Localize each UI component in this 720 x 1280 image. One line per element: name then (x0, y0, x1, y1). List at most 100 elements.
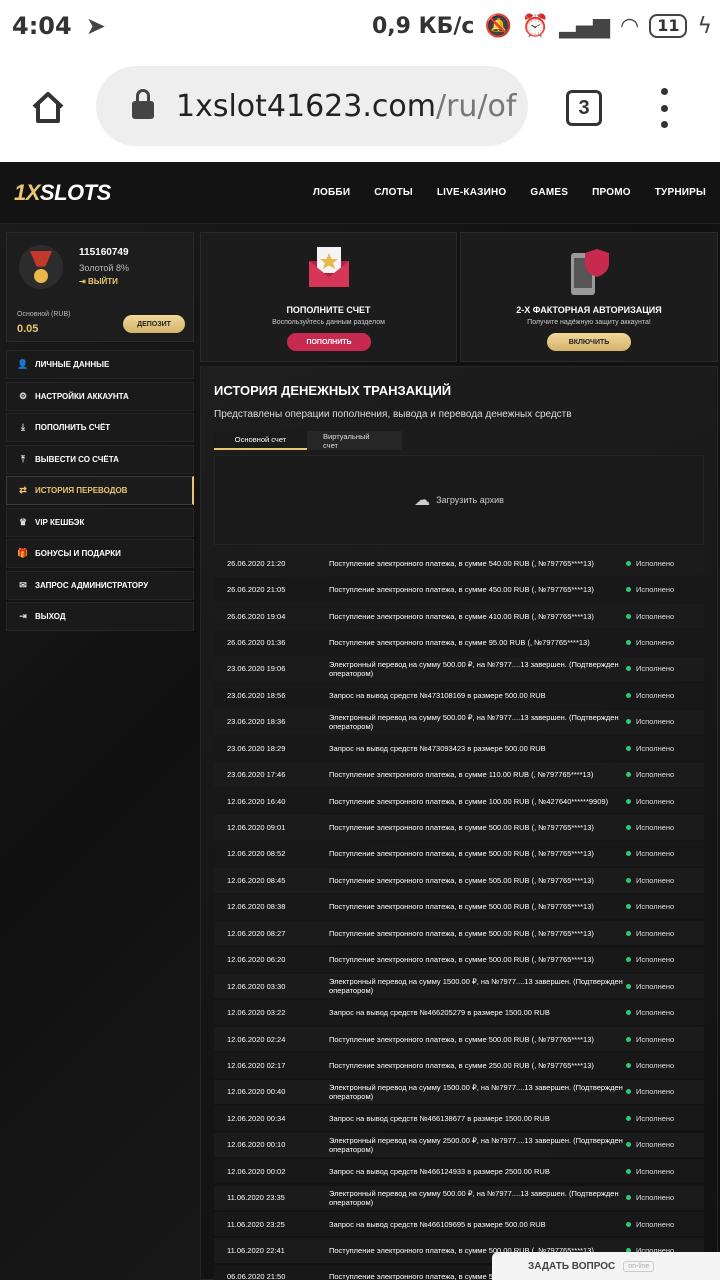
status-time: 4:04 (12, 12, 72, 40)
status-dot-icon (626, 1168, 631, 1174)
tx-status: Исполнено (625, 1220, 704, 1229)
nav-tournaments[interactable]: ТУРНИРЫ (655, 187, 706, 198)
telegram-icon: ➤ (85, 12, 106, 40)
ask-question-label: ЗАДАТЬ ВОПРОС (528, 1260, 616, 1272)
home-button[interactable] (16, 75, 80, 139)
status-dot-icon (626, 1115, 631, 1121)
gift-icon: 🎁 (17, 548, 29, 558)
tx-date: 23.06.2020 18:29 (227, 743, 286, 753)
user-plus-icon: 👤 (17, 359, 29, 369)
tx-status-label: Исполнено (636, 1166, 675, 1176)
tx-status: Исполнено (625, 797, 704, 806)
table-row: 12.06.2020 06:20 Поступление электронного… (214, 947, 704, 972)
tx-description: Поступление электронного платежа, в сумм… (329, 902, 594, 912)
tx-status-label: Исполнено (636, 690, 675, 700)
table-row: 12.06.2020 03:30 Электронный перевод на с… (214, 974, 704, 999)
mute-icon: 🔕 (484, 13, 512, 39)
table-row: 12.06.2020 16:40 Поступление электронного… (214, 788, 704, 814)
tx-description: Запрос на вывод средств №466205279 в раз… (329, 1008, 550, 1018)
table-row: 26.06.2020 19:04 Поступление электронного… (214, 603, 704, 629)
tx-date: 26.06.2020 19:04 (227, 611, 286, 621)
account-tabs: Основной счет Виртуальный счет (214, 431, 402, 450)
tx-status-label: Исполнено (636, 955, 675, 965)
nav-live-casino[interactable]: LIVE-КАЗИНО (437, 187, 507, 198)
tx-description: Поступление электронного платежа, в сумм… (329, 1034, 594, 1044)
browser-menu-icon[interactable] (656, 88, 672, 128)
sidebar-item-label: ЛИЧНЫЕ ДАННЫЕ (35, 360, 110, 369)
address-bar[interactable]: 1xslot41623.com/ru/of (96, 66, 528, 146)
tx-description: Запрос на вывод средств №466124933 в раз… (329, 1166, 550, 1176)
logout-link[interactable]: ⇥ ВЫЙТИ (79, 277, 118, 286)
archive-download-area[interactable]: ☁ Загрузить архив (214, 455, 704, 545)
sidebar-item-6[interactable]: 🎁 БОНУСЫ И ПОДАРКИ (6, 539, 194, 568)
tx-date: 23.06.2020 18:36 (227, 717, 286, 727)
promo-2fa-button[interactable]: ВКЛЮЧИТЬ (547, 333, 631, 351)
transactions-table: 26.06.2020 21:20 Поступление электронного… (214, 551, 704, 1280)
sign-out-icon: ⇥ (79, 277, 88, 286)
tx-description: Запрос на вывод средств №466109695 в раз… (329, 1219, 546, 1229)
archive-label: Загрузить архив (436, 495, 504, 505)
tx-date: 12.06.2020 09:01 (227, 823, 286, 833)
sidebar-item-5[interactable]: ♛ VIP КЕШБЭК (6, 507, 194, 537)
site: 1XSLOTS ЛОББИ СЛОТЫ LIVE-КАЗИНО GAMES ПР… (0, 162, 720, 1280)
tx-date: 11.06.2020 22:41 (227, 1246, 285, 1256)
tx-status: Исполнено (625, 876, 704, 885)
tx-status-label: Исполнено (636, 611, 675, 621)
tx-description: Электронный перевод на сумму 500.00 ₽, н… (329, 659, 619, 678)
tx-description: Поступление электронного платежа, в сумм… (329, 770, 594, 780)
sidebar-item-0[interactable]: 👤 ЛИЧНЫЕ ДАННЫЕ (6, 350, 194, 379)
status-dot-icon (626, 1142, 631, 1148)
status-dot-icon (626, 1221, 631, 1227)
nav-slots[interactable]: СЛОТЫ (374, 187, 413, 198)
sidebar-item-label: VIP КЕШБЭК (35, 517, 85, 527)
tx-date: 12.06.2020 00:10 (227, 1140, 286, 1150)
tx-status-label: Исполнено (636, 585, 675, 595)
alarm-icon: ⏰ (521, 13, 550, 39)
sidebar-item-7[interactable]: ✉ ЗАПРОС АДМИНИСТРАТОРУ (6, 570, 194, 600)
tx-description: Поступление электронного платежа, в сумм… (329, 875, 594, 885)
user-level: Золотой 8% (79, 263, 129, 273)
ask-question-button[interactable]: ЗАДАТЬ ВОПРОС on-line (492, 1252, 720, 1280)
sidebar-item-1[interactable]: ⚙ НАСТРОЙКИ АККАУНТА (6, 381, 194, 411)
upload-icon: ⤒ (21, 453, 25, 464)
sidebar-item-2[interactable]: ⤓ ПОПОЛНИТЬ СЧЁТ (6, 413, 194, 442)
status-dot-icon (626, 1036, 631, 1042)
promo-deposit-button[interactable]: ПОПОЛНИТЬ (287, 333, 371, 351)
status-dot-icon (626, 772, 631, 778)
sidebar-item-4[interactable]: ⇄ ИСТОРИЯ ПЕРЕВОДОВ (6, 476, 194, 505)
nav-lobby[interactable]: ЛОББИ (313, 187, 350, 198)
tx-status-label: Исполнено (636, 1034, 675, 1044)
tx-status-label: Исполнено (636, 902, 675, 912)
tx-status-label: Исполнено (636, 1113, 675, 1123)
site-logo[interactable]: 1XSLOTS (14, 180, 111, 206)
tx-status: Исполнено (625, 823, 704, 832)
tx-status: Исполнено (625, 1035, 704, 1044)
tx-status: Исполнено (625, 559, 704, 568)
tx-description: Поступление электронного платежа, в сумм… (329, 585, 594, 595)
tx-status-label: Исполнено (636, 1087, 675, 1097)
table-row: 12.06.2020 00:34 Запрос на вывод средств … (214, 1106, 704, 1131)
tab-main-account[interactable]: Основной счет (214, 431, 307, 450)
deposit-button[interactable]: ДЕПОЗИТ (123, 315, 185, 333)
status-dot-icon (626, 560, 631, 566)
tx-date: 26.06.2020 01:36 (227, 637, 286, 647)
tx-status: Исполнено (625, 1193, 704, 1202)
tx-date: 23.06.2020 19:06 (227, 664, 286, 674)
battery-icon: 11 (649, 14, 688, 38)
exchange-icon: ⇄ (19, 485, 27, 495)
tab-virtual-account[interactable]: Виртуальный счет (307, 431, 402, 450)
sidebar-item-label: ПОПОЛНИТЬ СЧЁТ (35, 423, 111, 432)
tab-switcher-button[interactable]: 3 (566, 90, 602, 126)
nav-games[interactable]: GAMES (530, 187, 568, 198)
tx-status-label: Исполнено (636, 637, 675, 647)
sidebar-item-8[interactable]: ⇥ ВЫХОД (6, 602, 194, 631)
table-row: 12.06.2020 00:40 Электронный перевод на с… (214, 1079, 704, 1105)
nav-promo[interactable]: ПРОМО (592, 187, 631, 198)
tx-description: Электронный перевод на сумму 500.00 ₽, н… (329, 1188, 619, 1207)
transaction-history-panel: ИСТОРИЯ ДЕНЕЖНЫХ ТРАНЗАКЦИЙ Представлены… (200, 366, 718, 1280)
tx-date: 12.06.2020 16:40 (227, 796, 286, 806)
tx-status: Исполнено (625, 955, 704, 964)
promo-deposit-subtitle: Воспользуйтесь данным разделом (272, 319, 385, 326)
tx-description: Электронный перевод на сумму 1500.00 ₽, … (329, 1082, 623, 1101)
sidebar-item-3[interactable]: ⤒ ВЫВЕСТИ СО СЧЁТА (6, 444, 194, 474)
